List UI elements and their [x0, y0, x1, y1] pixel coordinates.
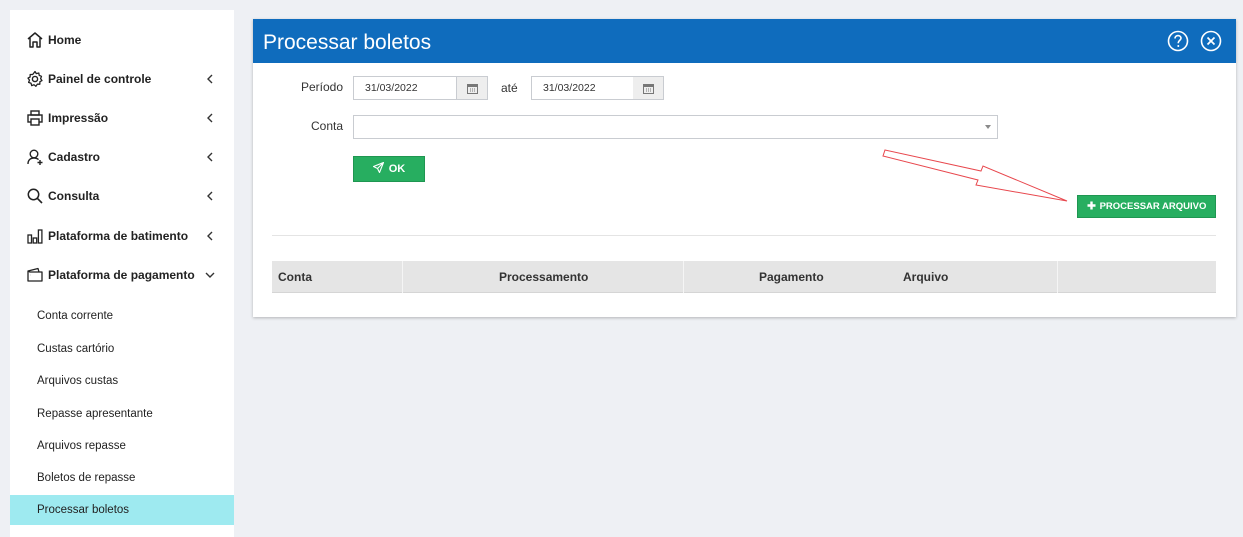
conta-label: Conta — [311, 119, 344, 133]
chevron-down-icon — [204, 269, 216, 281]
sidebar-item-label: Consulta — [48, 188, 100, 203]
panel-header: Processar boletos — [253, 19, 1236, 63]
date-to-input[interactable] — [531, 76, 635, 100]
sidebar-item-label: Plataforma de pagamento — [48, 267, 195, 282]
divider — [272, 235, 1216, 236]
sidebar-subitem-label: Conta corrente — [37, 310, 114, 322]
column-header-conta: Conta — [278, 270, 312, 284]
close-icon[interactable] — [1200, 30, 1222, 52]
bar-chart-icon — [25, 226, 45, 246]
chevron-left-icon — [204, 112, 216, 124]
sidebar-subitem-custas-cartorio[interactable]: Custas cartório — [10, 334, 234, 364]
sidebar-item-consulta[interactable]: Consulta — [10, 176, 234, 215]
sidebar-subitem-conta-corrente[interactable]: Conta corrente — [10, 301, 234, 331]
sidebar-item-label: Home — [48, 32, 82, 47]
column-divider — [1057, 261, 1058, 293]
table-header: Conta Processamento Pagamento Arquivo — [272, 261, 1216, 293]
sidebar-item-painel-de-controle[interactable]: Painel de controle — [10, 59, 234, 98]
chevron-left-icon — [204, 73, 216, 85]
conta-select[interactable] — [353, 115, 998, 139]
send-icon — [372, 161, 384, 176]
ok-button-label: OK — [388, 163, 406, 175]
caret-down-icon — [985, 125, 991, 129]
sidebar-item-plataforma-de-batimento[interactable]: Plataforma de batimento — [10, 216, 234, 255]
sidebar-subitem-label: Repasse apresentante — [37, 408, 153, 420]
sidebar: Home Painel de controle Impressão Cadast… — [10, 10, 234, 537]
chevron-left-icon — [204, 230, 216, 242]
chevron-left-icon — [204, 190, 216, 202]
date-from-input[interactable] — [353, 76, 457, 100]
sidebar-item-plataforma-de-pagamento[interactable]: Plataforma de pagamento — [10, 255, 234, 294]
sidebar-item-label: Plataforma de batimento — [48, 228, 189, 243]
processar-boletos-panel: Processar boletos Período até Conta OK P… — [253, 19, 1236, 317]
sidebar-subitem-arquivos-custas[interactable]: Arquivos custas — [10, 366, 234, 396]
wallet-icon — [25, 265, 45, 285]
column-divider — [402, 261, 403, 293]
search-icon — [25, 186, 45, 206]
column-divider — [683, 261, 684, 293]
sidebar-subitem-arquivos-repasse[interactable]: Arquivos repasse — [10, 431, 234, 461]
sidebar-subitem-repasse-apresentante[interactable]: Repasse apresentante — [10, 399, 234, 429]
calendar-icon[interactable] — [633, 76, 664, 100]
processar-arquivo-button[interactable]: PROCESSAR ARQUIVO — [1077, 195, 1216, 218]
sidebar-item-cadastro[interactable]: Cadastro — [10, 137, 234, 176]
ate-label: até — [501, 81, 518, 95]
sidebar-subitem-label: Arquivos repasse — [37, 440, 126, 452]
sidebar-subitem-label: Arquivos custas — [37, 375, 119, 387]
processar-arquivo-label: PROCESSAR ARQUIVO — [1099, 201, 1207, 212]
column-header-arquivo: Arquivo — [903, 270, 949, 284]
periodo-label: Período — [301, 80, 344, 94]
sidebar-item-impressao[interactable]: Impressão — [10, 98, 234, 137]
ok-button[interactable]: OK — [353, 156, 425, 182]
column-header-processamento: Processamento — [499, 270, 589, 284]
page-title: Processar boletos — [263, 31, 432, 54]
sidebar-subitem-label: Custas cartório — [37, 343, 115, 355]
calendar-icon[interactable] — [457, 76, 488, 100]
plus-icon — [1087, 201, 1096, 213]
gear-icon — [25, 69, 45, 89]
help-icon[interactable] — [1167, 30, 1189, 52]
sidebar-item-home[interactable]: Home — [10, 20, 234, 59]
sidebar-subitem-label: Boletos de repasse — [37, 472, 136, 484]
sidebar-subitem-processar-boletos[interactable]: Processar boletos — [10, 495, 234, 525]
sidebar-subitem-boletos-de-repasse[interactable]: Boletos de repasse — [10, 463, 234, 493]
home-icon — [25, 30, 45, 50]
sidebar-item-label: Impressão — [48, 110, 109, 125]
user-add-icon — [25, 147, 45, 167]
chevron-left-icon — [204, 151, 216, 163]
column-header-pagamento: Pagamento — [759, 270, 824, 284]
printer-icon — [25, 108, 45, 128]
sidebar-item-label: Cadastro — [48, 149, 101, 164]
sidebar-item-label: Painel de controle — [48, 71, 152, 86]
sidebar-subitem-label: Processar boletos — [37, 504, 130, 516]
